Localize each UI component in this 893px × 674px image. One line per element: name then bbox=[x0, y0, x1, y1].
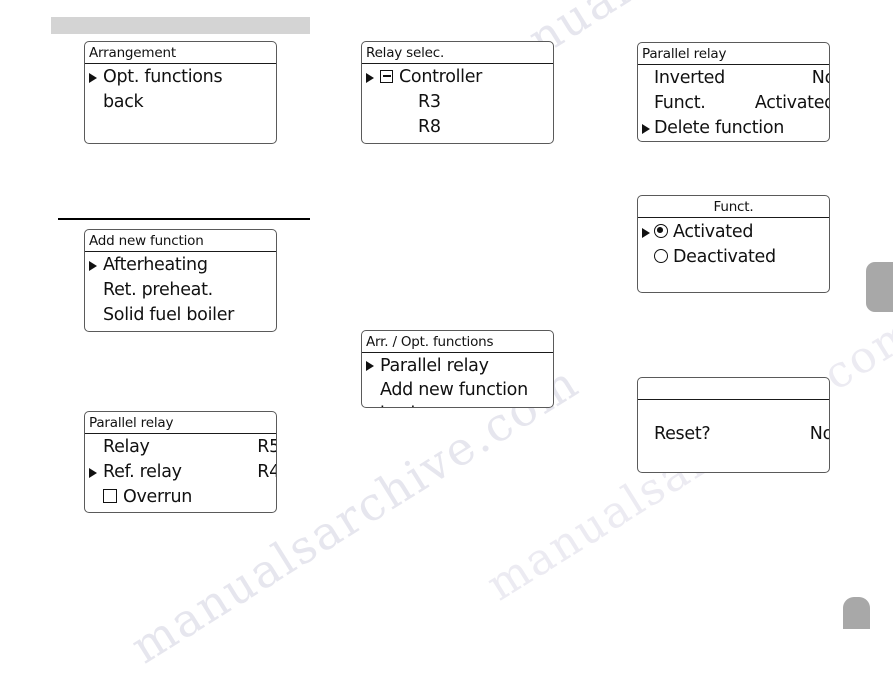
list-item-value: R5 bbox=[257, 437, 276, 457]
list-item-value: No bbox=[811, 68, 829, 88]
panel-title: Add new function bbox=[85, 230, 276, 252]
cursor-arrow-icon bbox=[642, 123, 650, 134]
list-item-label: Afterheating bbox=[103, 255, 208, 275]
list-item-value: R4 bbox=[257, 462, 276, 482]
lcd-panel-arrangement: Arrangement Opt. functions back bbox=[84, 41, 277, 144]
radio-selected-icon[interactable] bbox=[654, 224, 668, 238]
panel-body: Activated Deactivated bbox=[638, 218, 829, 270]
list-item-label: Activated bbox=[673, 222, 754, 242]
list-item[interactable]: R8 bbox=[362, 115, 553, 140]
list-item[interactable]: Solid fuel boiler bbox=[85, 303, 276, 328]
list-item[interactable]: Opt. functions bbox=[85, 65, 276, 90]
list-item[interactable]: Delete function bbox=[638, 116, 829, 141]
list-item-label: back bbox=[380, 402, 421, 407]
cursor-arrow-icon bbox=[89, 467, 97, 478]
list-item[interactable]: back bbox=[85, 90, 276, 115]
list-item-label: Controller bbox=[399, 67, 483, 87]
list-item[interactable]: Activated bbox=[638, 220, 829, 245]
list-item[interactable]: Relay R5 bbox=[85, 435, 276, 460]
lcd-panel-parallel-relay: Parallel relay Relay R5 Ref. relay R4 Ov… bbox=[84, 411, 277, 513]
list-item[interactable]: Funct. Activated bbox=[638, 91, 829, 116]
list-item[interactable]: Reset? No bbox=[638, 422, 829, 447]
list-item[interactable]: Inverted No bbox=[638, 66, 829, 91]
list-item-label: Opt. functions bbox=[103, 67, 223, 87]
cursor-arrow-icon bbox=[642, 227, 650, 238]
list-item[interactable]: Overrun bbox=[85, 485, 276, 510]
list-item-label: Relay bbox=[103, 437, 150, 457]
list-item-label: Ref. relay bbox=[103, 462, 182, 482]
list-item-label: Solid fuel boiler bbox=[103, 305, 235, 325]
list-item[interactable]: Ref. relay R4 bbox=[85, 460, 276, 485]
tree-collapse-icon[interactable] bbox=[380, 69, 393, 83]
panel-body: Controller R3 R8 bbox=[362, 64, 553, 140]
list-item[interactable]: Add new function bbox=[362, 378, 553, 402]
list-item[interactable]: Parallel relay bbox=[362, 354, 553, 378]
page-edge-tab-bottom bbox=[843, 597, 870, 629]
panel-title: Parallel relay bbox=[638, 43, 829, 65]
list-item-label: Ret. preheat. bbox=[103, 280, 213, 300]
list-item[interactable]: R3 bbox=[362, 90, 553, 115]
panel-title: Relay selec. bbox=[362, 42, 553, 64]
list-item-label: Delete function bbox=[654, 118, 785, 138]
radio-unselected-icon[interactable] bbox=[654, 249, 668, 263]
panel-body: Afterheating Ret. preheat. Solid fuel bo… bbox=[85, 252, 276, 328]
panel-body: Parallel relay Add new function back bbox=[362, 353, 553, 407]
list-item-label: Deactivated bbox=[673, 247, 776, 267]
panel-title: Funct. bbox=[638, 196, 829, 218]
header-banner bbox=[51, 17, 310, 34]
list-item-label: Funct. bbox=[654, 93, 706, 113]
lcd-panel-relay-select: Relay selec. Controller R3 R8 bbox=[361, 41, 554, 144]
list-item-label: Parallel relay bbox=[380, 356, 489, 376]
section-divider bbox=[58, 218, 310, 220]
list-item-label: back bbox=[103, 92, 144, 112]
list-item[interactable]: Controller bbox=[362, 65, 553, 90]
panel-title: Arr. / Opt. functions bbox=[362, 331, 553, 353]
list-item-value: Activated bbox=[754, 93, 830, 113]
list-item-label: Inverted bbox=[654, 68, 725, 88]
list-item-label: R3 bbox=[418, 92, 441, 112]
list-item-value: No bbox=[809, 424, 829, 444]
list-item[interactable]: Ret. preheat. bbox=[85, 278, 276, 303]
page-edge-tab-right bbox=[866, 262, 893, 312]
list-item[interactable]: Deactivated bbox=[638, 245, 829, 270]
cursor-arrow-icon bbox=[89, 72, 97, 83]
cursor-arrow-icon bbox=[366, 361, 374, 371]
lcd-panel-arr-opt-functions: Arr. / Opt. functions Parallel relay Add… bbox=[361, 330, 554, 408]
panel-body: Relay R5 Ref. relay R4 Overrun bbox=[85, 434, 276, 510]
lcd-panel-add-new-function: Add new function Afterheating Ret. prehe… bbox=[84, 229, 277, 332]
list-item[interactable]: Afterheating bbox=[85, 253, 276, 278]
panel-body: Reset? No bbox=[638, 400, 829, 447]
cursor-arrow-icon bbox=[89, 260, 97, 271]
panel-body: Opt. functions back bbox=[85, 64, 276, 115]
list-item-label: Reset? bbox=[654, 424, 711, 444]
lcd-panel-reset: Reset? No bbox=[637, 377, 830, 473]
checkbox-unchecked-icon[interactable] bbox=[103, 489, 117, 503]
panel-title: Parallel relay bbox=[85, 412, 276, 434]
panel-title: Arrangement bbox=[85, 42, 276, 64]
list-item-label: Add new function bbox=[380, 380, 528, 400]
lcd-panel-funct: Funct. Activated Deactivated bbox=[637, 195, 830, 293]
lcd-panel-parallel-relay-settings: Parallel relay Inverted No Funct. Activa… bbox=[637, 42, 830, 142]
panel-body: Inverted No Funct. Activated Delete func… bbox=[638, 65, 829, 141]
list-item-label: R8 bbox=[418, 117, 441, 137]
list-item-label: Overrun bbox=[123, 487, 193, 507]
cursor-arrow-icon bbox=[366, 72, 374, 83]
list-item[interactable]: back bbox=[362, 402, 553, 407]
panel-title bbox=[638, 378, 829, 400]
